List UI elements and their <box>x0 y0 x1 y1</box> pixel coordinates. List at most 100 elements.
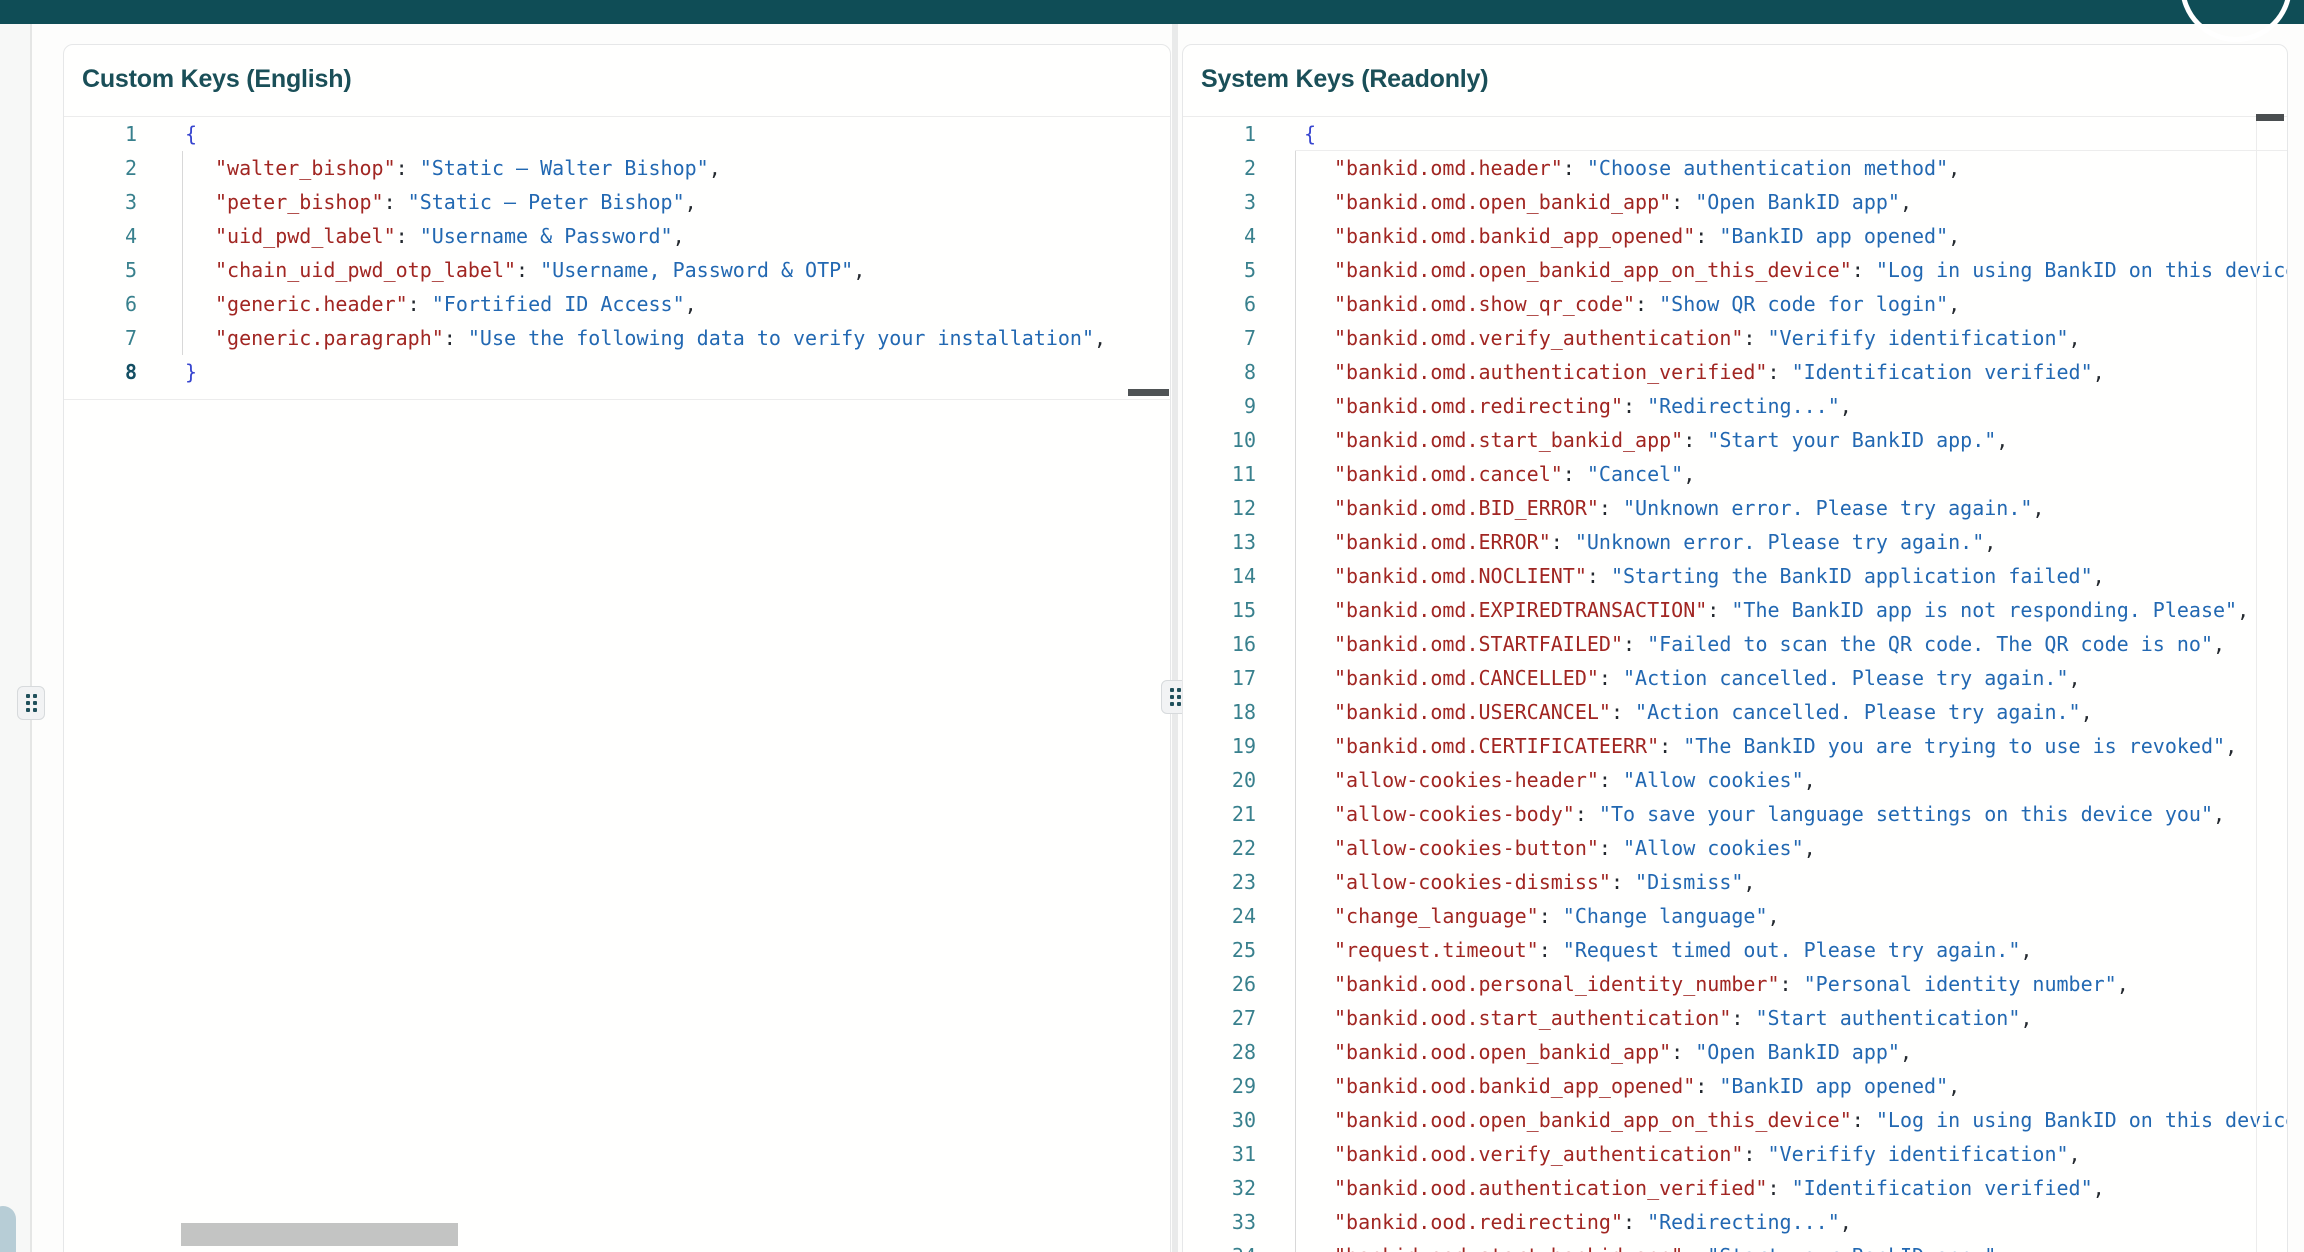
code-line: 1{ <box>1183 117 2287 151</box>
tok-p: , <box>1948 292 1960 316</box>
tok-p: , <box>1840 1210 1852 1234</box>
tok-p: , <box>2093 360 2105 384</box>
code-line: 16"bankid.omd.STARTFAILED": "Failed to s… <box>1183 627 2287 661</box>
horizontal-scrollbar-thumb[interactable] <box>181 1223 458 1246</box>
code-line: 11"bankid.omd.cancel": "Cancel", <box>1183 457 2287 491</box>
left-split-drag-handle[interactable] <box>17 686 45 720</box>
tok-str: "Show QR code for login" <box>1659 292 1948 316</box>
tok-str: "Log in using BankID on this device" <box>1876 258 2288 282</box>
tok-key: "bankid.omd.USERCANCEL" <box>1334 700 1611 724</box>
tok-p: : <box>1611 870 1635 894</box>
tok-key: "bankid.omd.cancel" <box>1334 462 1563 486</box>
custom-keys-panel: Custom Keys (English) 1{2"walter_bishop"… <box>63 44 1171 1252</box>
tok-p: : <box>396 224 420 248</box>
code-line[interactable]: 6"generic.header": "Fortified ID Access"… <box>64 287 1170 321</box>
system-keys-editor[interactable]: 1{2 "bankid.omd.header": "Choose authenti… <box>1183 116 2287 1252</box>
code-line[interactable]: 4"uid_pwd_label": "Username & Password", <box>64 219 1170 253</box>
code-text: "bankid.omd.open_bankid_app_on_this_devi… <box>1304 253 2288 287</box>
code-text: "bankid.ood.start_bankid_app": "Start yo… <box>1304 1239 2008 1252</box>
tok-key: "chain_uid_pwd_otp_label" <box>215 258 516 282</box>
tok-p: , <box>1804 836 1816 860</box>
code-line[interactable]: 3"peter_bishop": "Static – Peter Bishop"… <box>64 185 1170 219</box>
tok-p: , <box>1804 768 1816 792</box>
code-line: 21"allow-cookies-body": "To save your la… <box>1183 797 2287 831</box>
tok-key: "generic.header" <box>215 292 408 316</box>
code-line: 12"bankid.omd.BID_ERROR": "Unknown error… <box>1183 491 2287 525</box>
tok-key: "bankid.omd.verify_authentication" <box>1334 326 1743 350</box>
code-line: 17"bankid.omd.CANCELLED": "Action cancel… <box>1183 661 2287 695</box>
custom-keys-title: Custom Keys (English) <box>82 65 351 94</box>
code-line: 20"allow-cookies-header": "Allow cookies… <box>1183 763 2287 797</box>
line-number: 24 <box>1183 899 1256 933</box>
code-text: "allow-cookies-body": "To save your lang… <box>1304 797 2225 831</box>
code-line: 13"bankid.omd.ERROR": "Unknown error. Pl… <box>1183 525 2287 559</box>
line-number: 1 <box>1183 117 1256 151</box>
tok-p: , <box>2020 1006 2032 1030</box>
tok-str: "Verifify identification" <box>1768 1142 2069 1166</box>
scrollbar-thumb[interactable] <box>2256 114 2284 121</box>
code-text: "allow-cookies-dismiss": "Dismiss", <box>1304 865 1755 899</box>
code-line[interactable]: 2"walter_bishop": "Static – Walter Bisho… <box>64 151 1170 185</box>
tok-str: "Start your BankID app." <box>1707 1244 1996 1252</box>
avatar[interactable] <box>2180 0 2292 42</box>
tok-p: : <box>1707 598 1731 622</box>
tok-p: : <box>1611 700 1635 724</box>
code-line[interactable]: 8} <box>64 355 1170 389</box>
tok-key: "bankid.omd.redirecting" <box>1334 394 1623 418</box>
tok-key: "bankid.omd.CERTIFICATEERR" <box>1334 734 1659 758</box>
editor-row-separator <box>1295 150 2287 151</box>
code-line[interactable]: 5"chain_uid_pwd_otp_label": "Username, P… <box>64 253 1170 287</box>
tok-str: "To save your language settings on this … <box>1599 802 2213 826</box>
code-text: } <box>185 355 197 389</box>
tok-p: , <box>1768 904 1780 928</box>
line-number: 20 <box>1183 763 1256 797</box>
custom-keys-editor[interactable]: 1{2"walter_bishop": "Static – Walter Bis… <box>64 116 1170 389</box>
tok-key: "generic.paragraph" <box>215 326 444 350</box>
tok-p: , <box>685 190 697 214</box>
tok-p: : <box>1551 530 1575 554</box>
code-text: "bankid.ood.redirecting": "Redirecting..… <box>1304 1205 1852 1239</box>
tok-str: "Cancel" <box>1587 462 1683 486</box>
tok-p: : <box>1587 564 1611 588</box>
line-number: 13 <box>1183 525 1256 559</box>
tok-p: , <box>853 258 865 282</box>
tok-str: "Username, Password & OTP" <box>540 258 853 282</box>
line-number: 2 <box>1183 151 1256 185</box>
code-text: "bankid.omd.USERCANCEL": "Action cancell… <box>1304 695 2093 729</box>
code-text: "request.timeout": "Request timed out. P… <box>1304 933 2032 967</box>
tok-str: "Static – Walter Bishop" <box>420 156 709 180</box>
tok-p: : <box>1599 768 1623 792</box>
code-text: "bankid.omd.header": "Choose authenticat… <box>1304 151 1960 185</box>
tok-str: "Personal identity number" <box>1804 972 2117 996</box>
tok-key: "bankid.omd.open_bankid_app" <box>1334 190 1671 214</box>
tok-p: , <box>1900 1040 1912 1064</box>
tok-p: : <box>1683 428 1707 452</box>
tok-p: , <box>2069 326 2081 350</box>
code-text: "bankid.ood.personal_identity_number": "… <box>1304 967 2129 1001</box>
code-text: "change_language": "Change language", <box>1304 899 1780 933</box>
edge-toggle-pill[interactable] <box>0 1206 16 1252</box>
code-line: 14"bankid.omd.NOCLIENT": "Starting the B… <box>1183 559 2287 593</box>
line-number: 23 <box>1183 865 1256 899</box>
tok-key: "bankid.ood.bankid_app_opened" <box>1334 1074 1695 1098</box>
code-text: "allow-cookies-button": "Allow cookies", <box>1304 831 1816 865</box>
tok-str: "Action cancelled. Please try again." <box>1623 666 2069 690</box>
tok-p: : <box>1671 1040 1695 1064</box>
tok-p: : <box>1623 394 1647 418</box>
code-text: "bankid.omd.authentication_verified": "I… <box>1304 355 2105 389</box>
line-number: 5 <box>1183 253 1256 287</box>
tok-key: "change_language" <box>1334 904 1539 928</box>
line-number: 12 <box>1183 491 1256 525</box>
code-text: "bankid.omd.STARTFAILED": "Failed to sca… <box>1304 627 2225 661</box>
line-number: 1 <box>64 117 137 151</box>
code-line[interactable]: 7"generic.paragraph": "Use the following… <box>64 321 1170 355</box>
code-line: 24 "change_language": "Change language", <box>1183 899 2287 933</box>
code-line[interactable]: 1{ <box>64 117 1170 151</box>
code-line: 19"bankid.omd.CERTIFICATEERR": "The Bank… <box>1183 729 2287 763</box>
code-text: "bankid.omd.EXPIREDTRANSACTION": "The Ba… <box>1304 593 2249 627</box>
tok-str: "Failed to scan the QR code. The QR code… <box>1647 632 2213 656</box>
horizontal-scrollbar-thumb[interactable] <box>1128 389 1169 396</box>
tok-p: , <box>1996 1244 2008 1252</box>
tok-key: "bankid.omd.ERROR" <box>1334 530 1551 554</box>
tok-key: "allow-cookies-button" <box>1334 836 1599 860</box>
